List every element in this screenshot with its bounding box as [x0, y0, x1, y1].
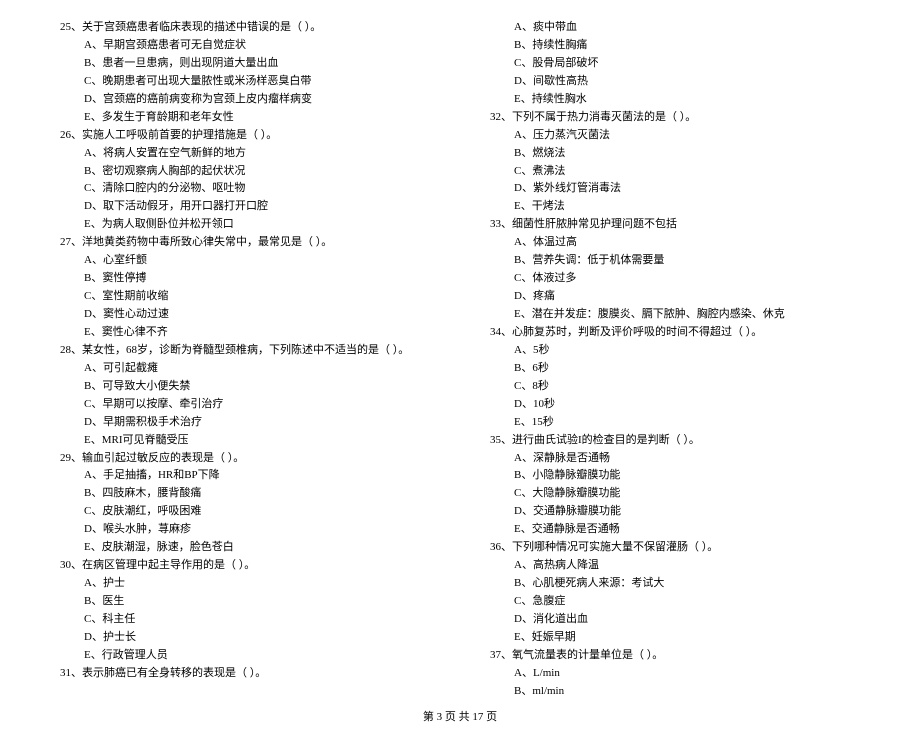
question-option: D、窦性心动过速 [60, 307, 430, 323]
question-option: D、护士长 [60, 630, 430, 646]
question-option: E、皮肤潮湿，脉速，脸色苍白 [60, 540, 430, 556]
question-option: E、15秒 [490, 415, 860, 431]
question-option: E、持续性胸水 [490, 92, 860, 108]
question-option: E、行政管理人员 [60, 648, 430, 664]
question-option: D、早期需积极手术治疗 [60, 415, 430, 431]
question-stem: 26、实施人工呼吸前首要的护理措施是（ ）。 [60, 128, 430, 144]
question-option: E、为病人取侧卧位并松开领口 [60, 217, 430, 233]
question-stem: 35、进行曲氏试验I的检查目的是判断（ ）。 [490, 433, 860, 449]
question-option: A、深静脉是否通畅 [490, 451, 860, 467]
question-option: A、压力蒸汽灭菌法 [490, 128, 860, 144]
question-option: B、小隐静脉瓣膜功能 [490, 468, 860, 484]
question-option: B、心肌梗死病人来源：考试大 [490, 576, 860, 592]
question-option: B、持续性胸痛 [490, 38, 860, 54]
question-option: B、医生 [60, 594, 430, 610]
question-option: D、消化道出血 [490, 612, 860, 628]
question-option: E、妊娠早期 [490, 630, 860, 646]
question-stem: 33、细菌性肝脓肿常见护理问题不包括 [490, 217, 860, 233]
question-option: C、晚期患者可出现大量脓性或米汤样恶臭白带 [60, 74, 430, 90]
question-option: C、急腹症 [490, 594, 860, 610]
right-column: A、痰中带血 B、持续性胸痛 C、股骨局部破坏 D、间歇性高热 E、持续性胸水 32、下列… [460, 20, 860, 702]
question-option: D、疼痛 [490, 289, 860, 305]
question-option: E、干烤法 [490, 199, 860, 215]
question-option: E、窦性心律不齐 [60, 325, 430, 341]
question-option: D、10秒 [490, 397, 860, 413]
question-option: C、体液过多 [490, 271, 860, 287]
question-option: A、早期宫颈癌患者可无自觉症状 [60, 38, 430, 54]
question-option: A、可引起截瘫 [60, 361, 430, 377]
question-option: D、间歇性高热 [490, 74, 860, 90]
question-option: E、潜在并发症：腹膜炎、膈下脓肿、胸腔内感染、休克 [490, 307, 860, 323]
question-option: A、护士 [60, 576, 430, 592]
question-option: C、煮沸法 [490, 164, 860, 180]
question-option: B、燃烧法 [490, 146, 860, 162]
question-stem: 28、某女性，68岁，诊断为脊髓型颈椎病，下列陈述中不适当的是（ ）。 [60, 343, 430, 359]
question-option: B、6秒 [490, 361, 860, 377]
question-option: C、8秒 [490, 379, 860, 395]
question-option: E、多发生于育龄期和老年女性 [60, 110, 430, 126]
question-option: B、营养失调：低于机体需要量 [490, 253, 860, 269]
question-option: A、将病人安置在空气新鲜的地方 [60, 146, 430, 162]
question-option: C、股骨局部破坏 [490, 56, 860, 72]
question-stem: 34、心肺复苏时，判断及评价呼吸的时间不得超过（ ）。 [490, 325, 860, 341]
question-option: B、密切观察病人胸部的起伏状况 [60, 164, 430, 180]
question-option: A、L/min [490, 666, 860, 682]
question-option: D、宫颈癌的癌前病变称为宫颈上皮内瘤样病变 [60, 92, 430, 108]
question-option: A、痰中带血 [490, 20, 860, 36]
question-option: E、交通静脉是否通畅 [490, 522, 860, 538]
question-option: C、早期可以按摩、牵引治疗 [60, 397, 430, 413]
question-option: D、紫外线灯管消毒法 [490, 181, 860, 197]
question-option: B、窦性停搏 [60, 271, 430, 287]
question-option: A、手足抽搐，HR和BP下降 [60, 468, 430, 484]
question-stem: 31、表示肺癌已有全身转移的表现是（ ）。 [60, 666, 430, 682]
question-option: C、大隐静脉瓣膜功能 [490, 486, 860, 502]
question-option: A、心室纤颤 [60, 253, 430, 269]
question-option: A、5秒 [490, 343, 860, 359]
question-stem: 25、关于宫颈癌患者临床表现的描述中错误的是（ ）。 [60, 20, 430, 36]
question-stem: 37、氧气流量表的计量单位是（ ）。 [490, 648, 860, 664]
question-option: E、MRI可见脊髓受压 [60, 433, 430, 449]
question-option: D、取下活动假牙，用开口器打开口腔 [60, 199, 430, 215]
question-option: A、高热病人降温 [490, 558, 860, 574]
question-stem: 29、输血引起过敏反应的表现是（ ）。 [60, 451, 430, 467]
question-option: C、皮肤潮红，呼吸困难 [60, 504, 430, 520]
question-stem: 32、下列不属于热力消毒灭菌法的是（ ）。 [490, 110, 860, 126]
left-column: 25、关于宫颈癌患者临床表现的描述中错误的是（ ）。 A、早期宫颈癌患者可无自觉症… [60, 20, 460, 702]
question-stem: 36、下列哪种情况可实施大量不保留灌肠（ ）。 [490, 540, 860, 556]
question-option: A、体温过高 [490, 235, 860, 251]
question-stem: 27、洋地黄类药物中毒所致心律失常中，最常见是（ ）。 [60, 235, 430, 251]
question-option: B、ml/min [490, 684, 860, 700]
question-option: D、喉头水肿，荨麻疹 [60, 522, 430, 538]
question-option: B、患者一旦患病，则出现阴道大量出血 [60, 56, 430, 72]
question-stem: 30、在病区管理中起主导作用的是（ ）。 [60, 558, 430, 574]
question-option: D、交通静脉瓣膜功能 [490, 504, 860, 520]
question-option: B、可导致大小便失禁 [60, 379, 430, 395]
question-option: C、清除口腔内的分泌物、呕吐物 [60, 181, 430, 197]
question-option: C、室性期前收缩 [60, 289, 430, 305]
question-option: C、科主任 [60, 612, 430, 628]
question-option: B、四肢麻木，腰背酸痛 [60, 486, 430, 502]
page-footer: 第 3 页 共 17 页 [0, 702, 920, 734]
